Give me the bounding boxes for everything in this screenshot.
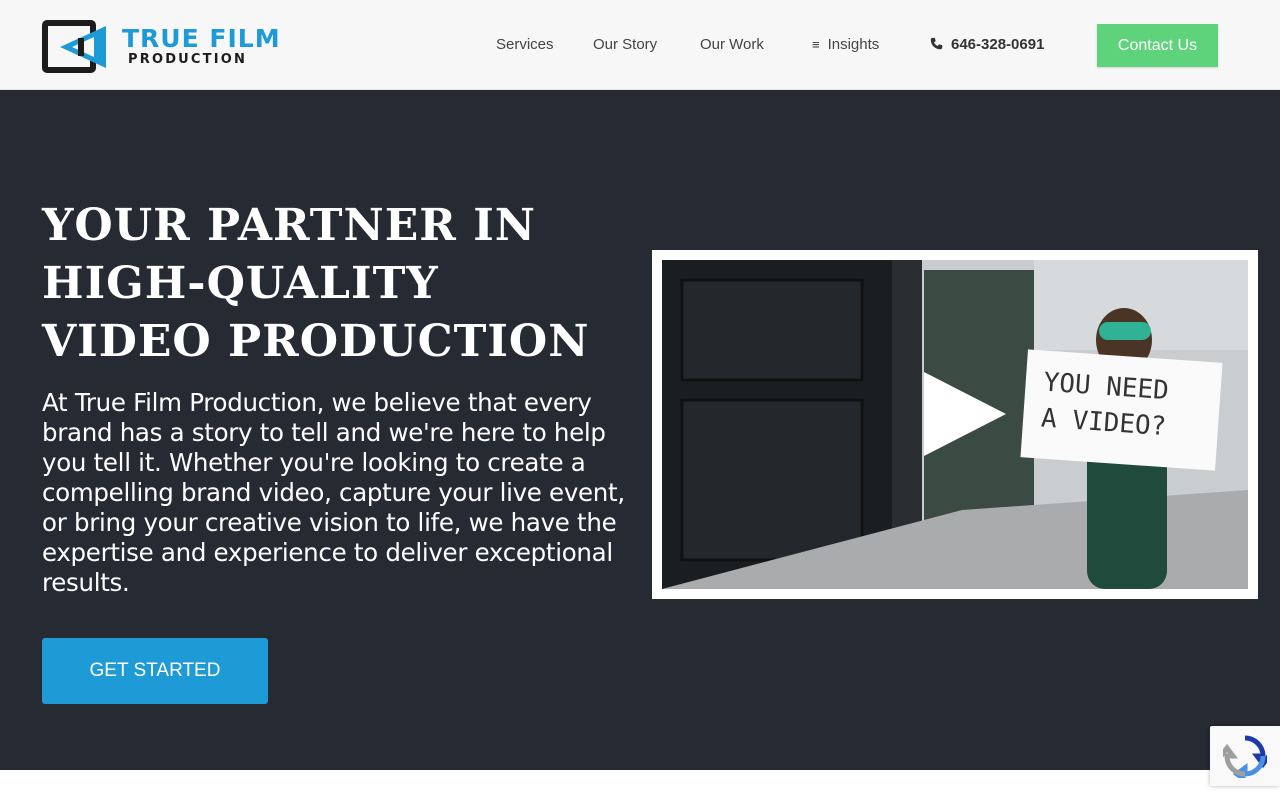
- video-player[interactable]: YOU NEED A VIDEO?: [652, 250, 1258, 599]
- main-nav: Services Our Story Our Work ≡ Insights 6…: [0, 0, 1280, 90]
- recaptcha-badge[interactable]: [1210, 726, 1280, 786]
- site-header: TRUE FILM PRODUCTION Services Our Story …: [0, 0, 1280, 90]
- contact-us-button[interactable]: Contact Us: [1097, 24, 1218, 67]
- nav-services[interactable]: Services: [496, 36, 554, 53]
- video-sign: YOU NEED A VIDEO?: [1020, 349, 1223, 471]
- phone-number: 646-328-0691: [951, 36, 1045, 53]
- play-icon[interactable]: [924, 372, 1006, 456]
- phone-icon: [930, 37, 943, 53]
- nav-our-story[interactable]: Our Story: [593, 36, 657, 53]
- hero-section: YOUR PARTNER IN HIGH-QUALITY VIDEO PRODU…: [0, 90, 1280, 770]
- nav-phone[interactable]: 646-328-0691: [930, 36, 1044, 53]
- video-thumbnail[interactable]: YOU NEED A VIDEO?: [662, 260, 1248, 589]
- nav-our-work[interactable]: Our Work: [700, 36, 764, 53]
- nav-insights[interactable]: ≡ Insights: [812, 36, 879, 53]
- recaptcha-icon: [1223, 735, 1267, 778]
- menu-icon: ≡: [812, 37, 820, 52]
- nav-insights-label: Insights: [827, 36, 880, 53]
- get-started-button[interactable]: GET STARTED: [42, 638, 268, 704]
- hero-title: YOUR PARTNER IN HIGH-QUALITY VIDEO PRODU…: [42, 200, 590, 367]
- content-below-hero: [0, 770, 1280, 800]
- hero-description: At True Film Production, we believe that…: [42, 388, 625, 597]
